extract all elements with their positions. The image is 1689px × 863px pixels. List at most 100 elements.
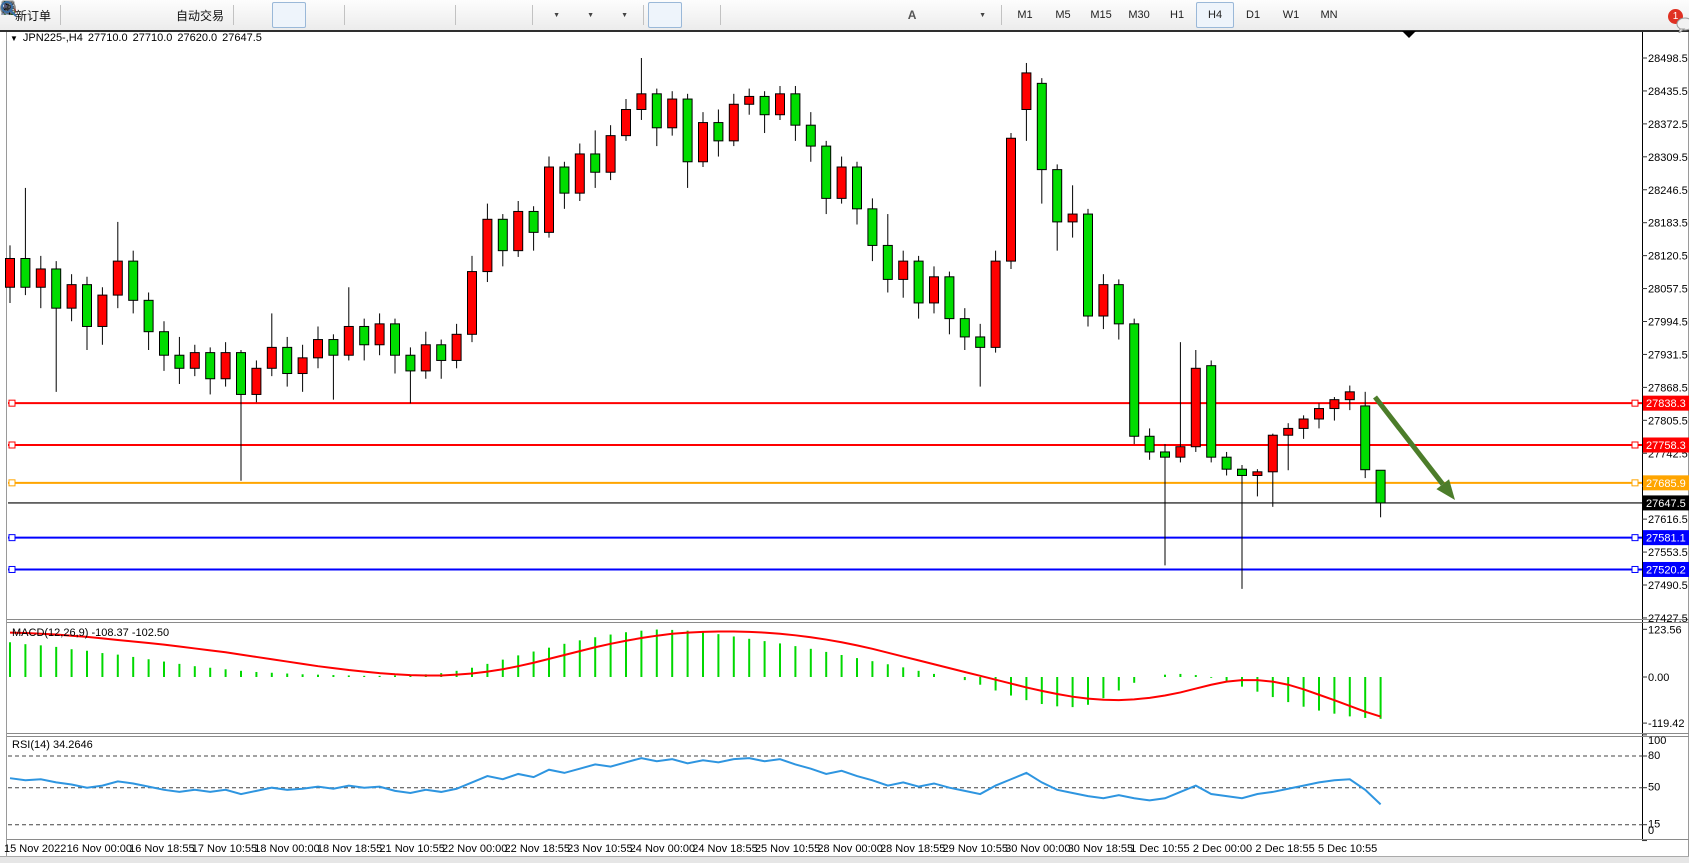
svg-text:27553.5: 27553.5 [1648, 547, 1688, 559]
svg-text:22 Nov 00:00: 22 Nov 00:00 [442, 843, 507, 855]
zoom-out-button[interactable] [383, 2, 417, 28]
svg-text:18 Nov 00:00: 18 Nov 00:00 [254, 843, 319, 855]
chart-plot-area[interactable] [8, 42, 1642, 618]
svg-text:-119.42: -119.42 [1648, 718, 1685, 730]
svg-text:28183.5: 28183.5 [1648, 218, 1688, 230]
svg-text:80: 80 [1648, 750, 1660, 762]
zoom-in-button[interactable] [349, 2, 383, 28]
svg-text:28120.5: 28120.5 [1648, 251, 1688, 263]
time-axis: 15 Nov 202216 Nov 00:0016 Nov 18:5517 No… [4, 843, 1377, 855]
timeframe-button-H4[interactable]: H4 [1196, 2, 1234, 28]
equidistant-channel-button[interactable]: E [827, 2, 861, 28]
svg-text:2 Dec 18:55: 2 Dec 18:55 [1255, 843, 1314, 855]
svg-text:28372.5: 28372.5 [1648, 119, 1688, 131]
svg-text:27685.9: 27685.9 [1646, 478, 1686, 490]
text-icon: A [908, 8, 917, 22]
chart-title: ▼ JPN225-,H4 27710.0 27710.0 27620.0 276… [10, 32, 262, 44]
timeframe-button-MN[interactable]: MN [1310, 2, 1348, 28]
svg-text:23 Nov 10:55: 23 Nov 10:55 [567, 843, 632, 855]
add-indicator-button[interactable]: ▼ [537, 2, 571, 28]
svg-text:27805.5: 27805.5 [1648, 415, 1688, 427]
timeframe-group: M1M5M15M30H1H4D1W1MN [1006, 2, 1348, 28]
vertical-line-button[interactable] [725, 2, 759, 28]
bar-chart-button[interactable] [238, 2, 272, 28]
timeframe-button-M30[interactable]: M30 [1120, 2, 1158, 28]
cursor-button[interactable] [648, 2, 682, 28]
svg-text:0.00: 0.00 [1648, 672, 1669, 684]
candlestick-chart-button[interactable] [272, 2, 306, 28]
svg-text:28246.5: 28246.5 [1648, 185, 1688, 197]
profile-button[interactable] [65, 2, 99, 28]
timeframe-button-M1[interactable]: M1 [1006, 2, 1044, 28]
svg-text:27994.5: 27994.5 [1648, 317, 1688, 329]
autotrading-label: 自动交易 [176, 7, 224, 24]
chart-canvas: 28498.5 28435.5 28372.5 28309.5 28246.5 28183… [0, 0, 1689, 863]
svg-text:15 Nov 2022: 15 Nov 2022 [4, 843, 66, 855]
svg-text:28435.5: 28435.5 [1648, 86, 1688, 98]
rsi-label: RSI(14) 34.2646 [12, 739, 93, 751]
divider [233, 5, 234, 25]
high-value: 27710.0 [133, 32, 173, 44]
divider [344, 5, 345, 25]
divider [455, 5, 456, 25]
market-watch-button[interactable] [99, 2, 133, 28]
svg-text:28 Nov 00:00: 28 Nov 00:00 [817, 843, 882, 855]
timeframe-button-H1[interactable]: H1 [1158, 2, 1196, 28]
fibonacci-button[interactable]: F [861, 2, 895, 28]
svg-text:28498.5: 28498.5 [1648, 53, 1688, 65]
svg-text:27758.3: 27758.3 [1646, 440, 1686, 452]
periods-button[interactable]: ▼ [571, 2, 605, 28]
chevron-down-icon: ▼ [587, 12, 594, 19]
divider [1001, 5, 1002, 25]
svg-text:24 Nov 18:55: 24 Nov 18:55 [692, 843, 757, 855]
line-chart-button[interactable] [306, 2, 340, 28]
tile-windows-button[interactable] [417, 2, 451, 28]
svg-text:1 Dec 10:55: 1 Dec 10:55 [1130, 843, 1189, 855]
svg-text:24 Nov 00:00: 24 Nov 00:00 [630, 843, 695, 855]
new-order-label: 新订单 [15, 7, 51, 24]
macd-label: MACD(12,26,9) -108.37 -102.50 [12, 627, 169, 639]
timeframe-button-M5[interactable]: M5 [1044, 2, 1082, 28]
horizontal-line-button[interactable] [759, 2, 793, 28]
svg-text:30 Nov 00:00: 30 Nov 00:00 [1005, 843, 1070, 855]
templates-button[interactable]: ▼ [605, 2, 639, 28]
close-value: 27647.5 [222, 32, 262, 44]
mt4-window: 新订单 自动交易 [0, 0, 1689, 863]
divider [60, 5, 61, 25]
trendline-button[interactable] [793, 2, 827, 28]
collapse-triangle-icon[interactable]: ▼ [10, 34, 18, 43]
svg-text:0: 0 [1648, 825, 1654, 837]
timeframe-button-M15[interactable]: M15 [1082, 2, 1120, 28]
text-label-button[interactable]: T [929, 2, 963, 28]
open-value: 27710.0 [88, 32, 128, 44]
svg-text:27616.5: 27616.5 [1648, 514, 1688, 526]
svg-text:30 Nov 18:55: 30 Nov 18:55 [1068, 843, 1133, 855]
svg-text:27931.5: 27931.5 [1648, 349, 1688, 361]
svg-text:28057.5: 28057.5 [1648, 284, 1688, 296]
timeframe-button-D1[interactable]: D1 [1234, 2, 1272, 28]
chevron-down-icon: ▼ [621, 12, 628, 19]
divider [720, 5, 721, 25]
chart-shift-button[interactable] [494, 2, 528, 28]
text-button[interactable]: A [895, 2, 929, 28]
main-toolbar: 新订单 自动交易 [0, 0, 1689, 31]
svg-text:123.56: 123.56 [1648, 624, 1682, 636]
timeframe-button-W1[interactable]: W1 [1272, 2, 1310, 28]
svg-text:27427.5: 27427.5 [1648, 613, 1688, 625]
svg-text:27581.1: 27581.1 [1646, 533, 1686, 545]
svg-text:5 Dec 10:55: 5 Dec 10:55 [1318, 843, 1377, 855]
svg-text:100: 100 [1648, 735, 1666, 747]
svg-text:29 Nov 10:55: 29 Nov 10:55 [943, 843, 1008, 855]
divider [643, 5, 644, 25]
auto-scroll-button[interactable] [460, 2, 494, 28]
chevron-down-icon: ▼ [553, 12, 560, 19]
signals-button[interactable] [133, 2, 167, 28]
arrows-button[interactable]: ▼ [963, 2, 997, 28]
crosshair-button[interactable] [682, 2, 716, 28]
autotrading-button[interactable]: 自动交易 [167, 2, 229, 28]
chevron-down-icon: ▼ [979, 12, 986, 19]
svg-text:28309.5: 28309.5 [1648, 152, 1688, 164]
svg-text:21 Nov 10:55: 21 Nov 10:55 [379, 843, 444, 855]
svg-text:27647.5: 27647.5 [1646, 498, 1686, 510]
svg-text:16 Nov 18:55: 16 Nov 18:55 [129, 843, 194, 855]
